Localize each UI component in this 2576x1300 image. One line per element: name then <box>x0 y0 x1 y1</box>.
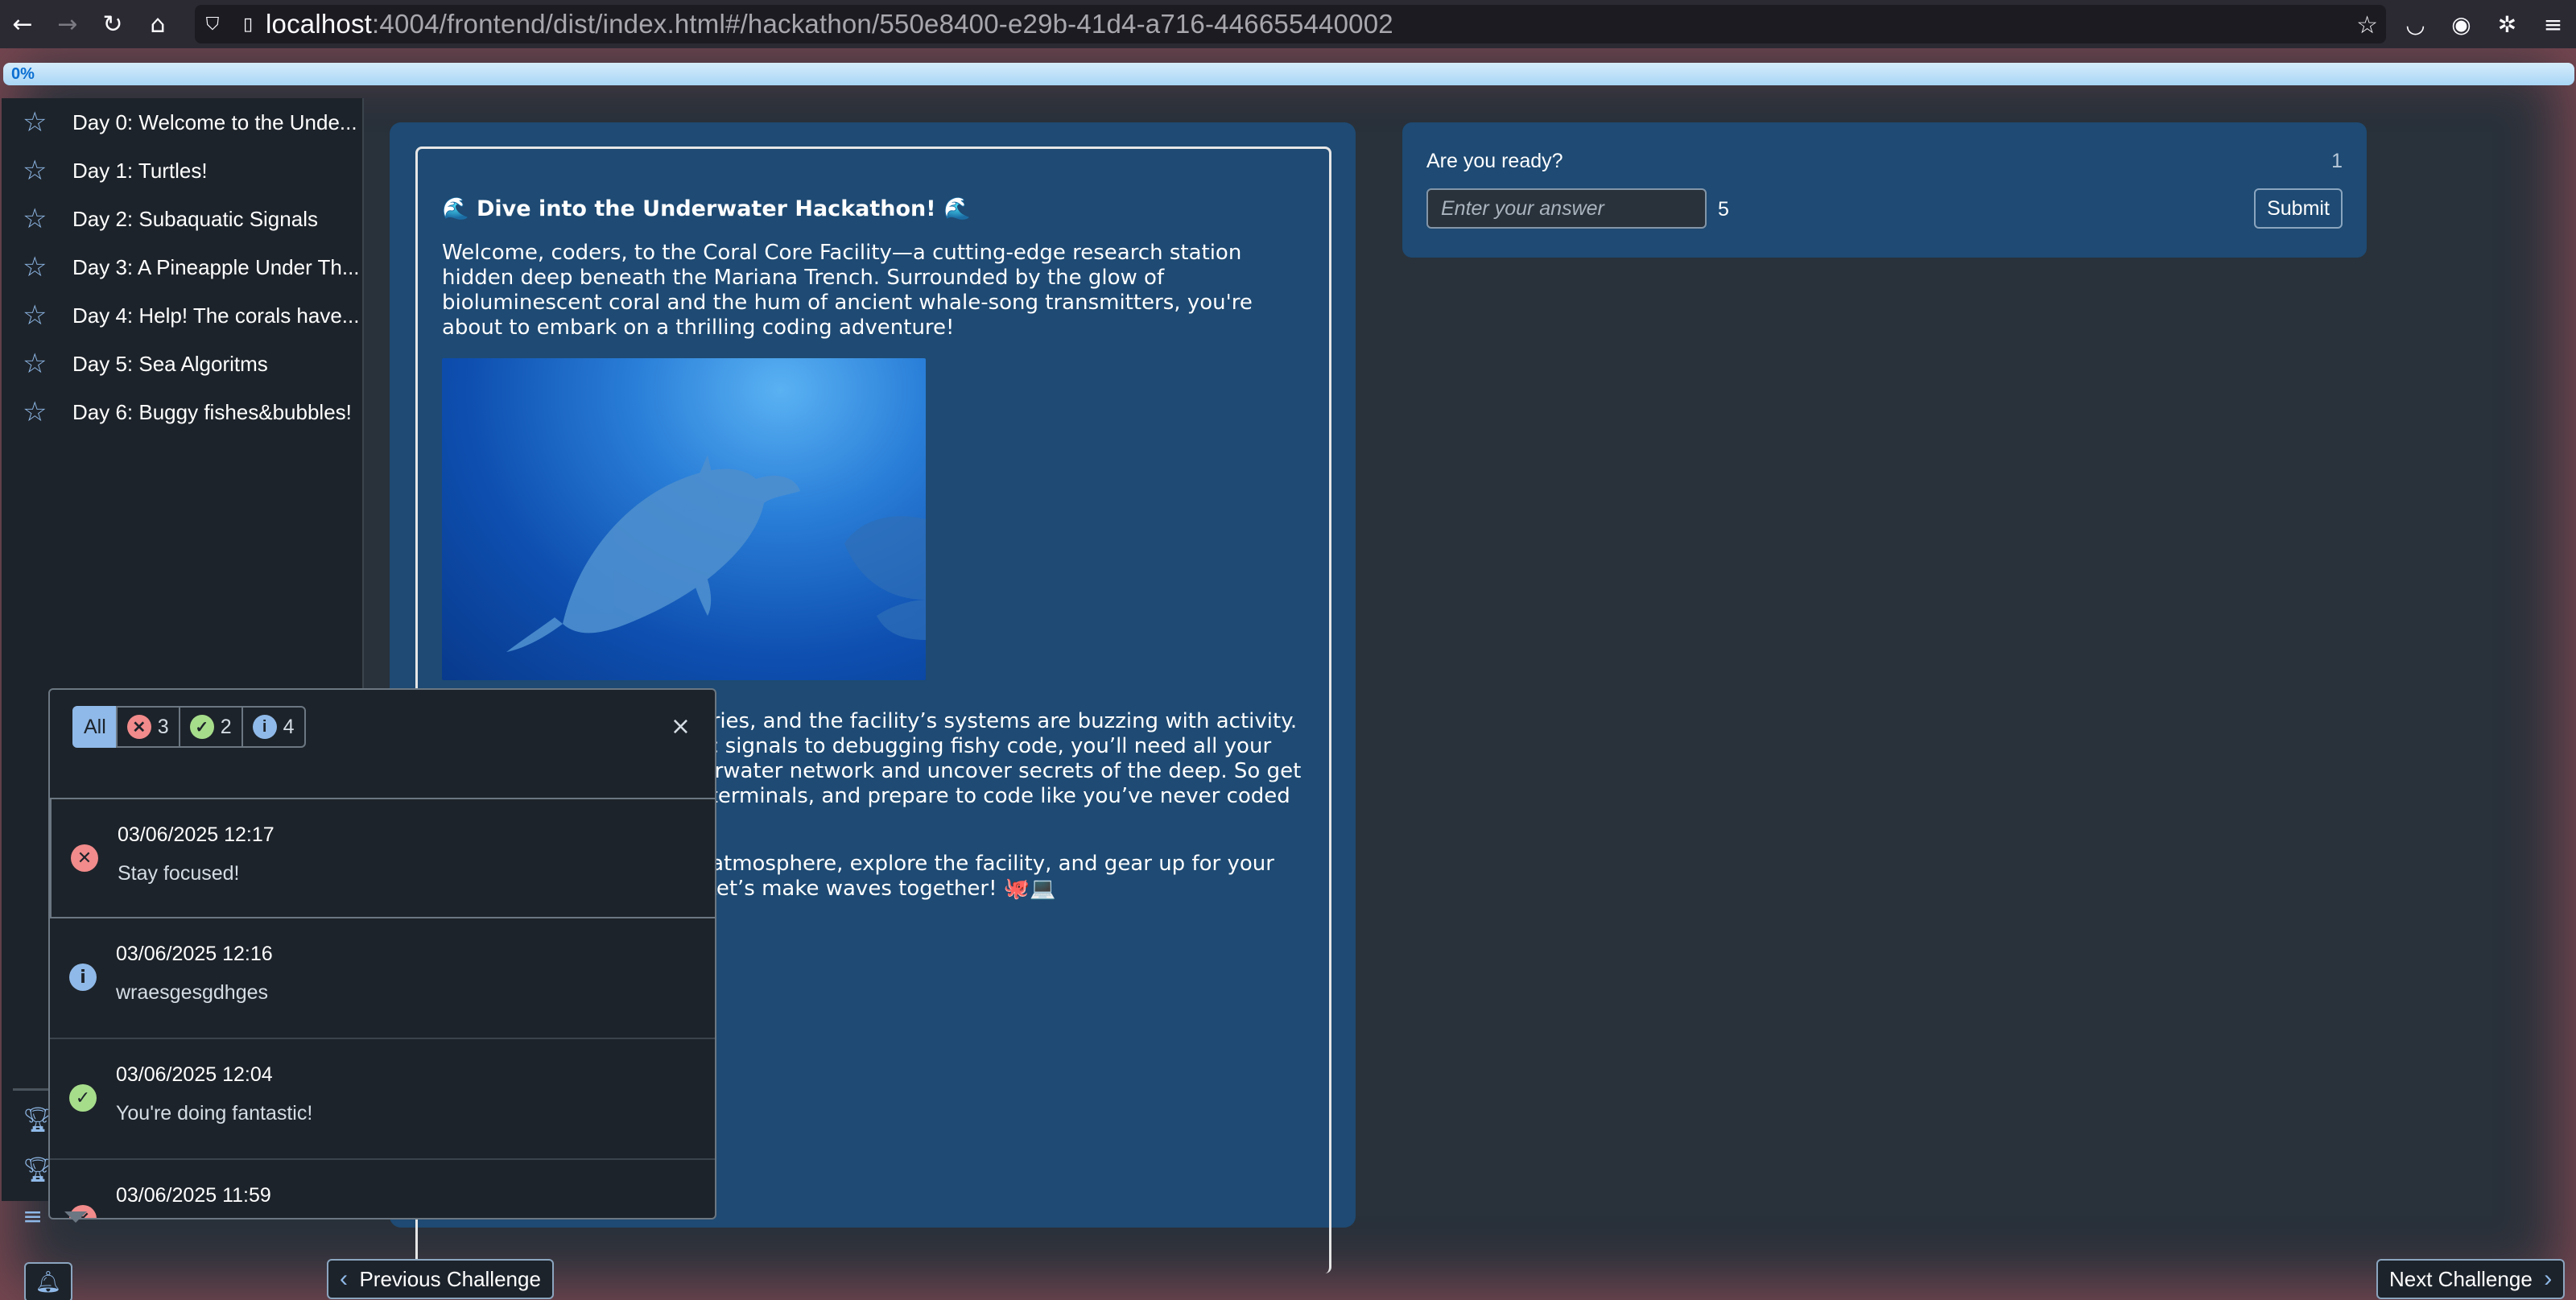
notification-time: 03/06/2025 11:59 <box>116 1184 271 1207</box>
info-icon: i <box>69 964 97 991</box>
question-title: Are you ready? <box>1426 150 1563 172</box>
progress-label: 0% <box>11 65 35 83</box>
notification-message: You're doing fantastic! <box>116 1102 313 1125</box>
filter-success-button[interactable]: ✓ 2 <box>178 706 243 748</box>
error-count: 3 <box>157 715 169 738</box>
close-icon[interactable]: × <box>671 712 691 741</box>
sidebar-item-label: Day 6: Buggy fishes&bubbles! <box>72 399 352 424</box>
sidebar-item-label: Day 2: Subaquatic Signals <box>72 206 318 231</box>
intro-paragraph: Welcome, coders, to the Coral Core Facil… <box>442 241 1253 340</box>
sidebar-item-label: Day 0: Welcome to the Unde... <box>72 109 357 134</box>
sidebar-item-label: Day 3: A Pineapple Under Th... <box>72 254 360 279</box>
chevron-left-icon: ‹ <box>340 1265 348 1292</box>
notification-time: 03/06/2025 12:16 <box>116 943 273 965</box>
notification-item[interactable]: ✓ 03/06/2025 12:04 You're doing fantasti… <box>50 1039 715 1160</box>
star-icon[interactable]: ☆ <box>23 155 72 187</box>
sidebar-item-day-2[interactable]: ☆ Day 2: Subaquatic Signals <box>2 195 362 243</box>
info-count: 4 <box>283 715 295 738</box>
back-arrow-icon[interactable]: ← <box>0 0 45 48</box>
shield-icon[interactable]: ⛉ <box>195 14 230 35</box>
popover-arrow <box>64 1211 87 1223</box>
notification-time: 03/06/2025 12:17 <box>118 823 275 846</box>
notification-list: ✕ 03/06/2025 12:17 Stay focused! i 03/06… <box>50 798 715 1218</box>
account-icon[interactable]: ◉ <box>2438 11 2484 38</box>
page-icon: ▯ <box>242 14 254 35</box>
error-icon: ✕ <box>71 844 98 872</box>
sidebar-item-day-3[interactable]: ☆ Day 3: A Pineapple Under Th... <box>2 243 362 291</box>
notification-message: Stay focused! <box>118 862 240 885</box>
progress-bar: 0% <box>3 63 2574 85</box>
filter-info-button[interactable]: i4 <box>241 706 306 748</box>
star-icon[interactable]: ☆ <box>23 396 72 428</box>
success-count: 2 <box>220 715 232 738</box>
chevron-right-icon: › <box>2544 1265 2553 1292</box>
success-icon: ✓ <box>69 1084 97 1112</box>
next-challenge-label: Next Challenge <box>2389 1266 2533 1291</box>
next-challenge-button[interactable]: Next Challenge › <box>2376 1259 2566 1299</box>
address-bar[interactable]: ⛉ ▯ localhost:4004/frontend/dist/index.h… <box>195 5 2386 43</box>
sidebar-item-day-6[interactable]: ☆ Day 6: Buggy fishes&bubbles! <box>2 388 362 436</box>
sidebar-item-label: Day 1: Turtles! <box>72 158 208 183</box>
extensions-icon[interactable]: ✲ <box>2484 11 2530 38</box>
notification-item[interactable]: ✕ 03/06/2025 11:59 <box>50 1160 715 1218</box>
forward-arrow-icon[interactable]: → <box>45 0 90 48</box>
notification-item[interactable]: ✕ 03/06/2025 12:17 Stay focused! <box>50 798 715 918</box>
info-icon: i <box>252 715 277 739</box>
pocket-icon[interactable]: ◡ <box>2392 11 2438 38</box>
dolphin-image <box>442 358 926 680</box>
notification-item[interactable]: i 03/06/2025 12:16 wraesgesgdhges <box>50 918 715 1039</box>
question-number: 1 <box>2331 150 2343 172</box>
sidebar-item-day-4[interactable]: ☆ Day 4: Help! The corals have... <box>2 291 362 340</box>
sidebar-item-label: Day 4: Help! The corals have... <box>72 303 360 328</box>
sidebar-item-day-0[interactable]: ☆ Day 0: Welcome to the Unde... <box>2 98 362 147</box>
challenge-title: 🌊 Dive into the Underwater Hackathon! 🌊 <box>442 196 971 221</box>
star-icon[interactable]: ☆ <box>23 203 72 235</box>
star-icon[interactable]: ☆ <box>23 106 72 138</box>
browser-toolbar: ← → ↻ ⌂ ⛉ ▯ localhost:4004/frontend/dist… <box>0 0 2576 48</box>
answer-input[interactable] <box>1426 188 1707 229</box>
notification-filter-bar: All ✕ 3 ✓ 2 i4 <box>72 706 306 748</box>
success-icon: ✓ <box>189 715 214 739</box>
error-icon: ✕ <box>126 715 151 739</box>
star-icon[interactable]: ☆ <box>23 299 72 332</box>
notification-popover: All ✕ 3 ✓ 2 i4 × ✕ 03/06/2025 12:17 Stay f… <box>48 688 716 1220</box>
hamburger-menu-icon[interactable]: ≡ <box>23 1203 43 1231</box>
star-icon[interactable]: ☆ <box>23 251 72 283</box>
filter-all-button[interactable]: All <box>72 706 118 748</box>
submit-button[interactable]: Submit <box>2254 188 2343 229</box>
url-text[interactable]: localhost:4004/frontend/dist/index.html#… <box>266 9 1393 39</box>
sidebar-item-day-1[interactable]: ☆ Day 1: Turtles! <box>2 147 362 195</box>
home-icon[interactable]: ⌂ <box>135 0 180 48</box>
previous-challenge-label: Previous Challenge <box>359 1266 541 1291</box>
bell-icon: 🔔︎ <box>35 1270 62 1294</box>
sidebar-item-day-5[interactable]: ☆ Day 5: Sea Algoritms <box>2 340 362 388</box>
star-icon[interactable]: ☆ <box>23 348 72 380</box>
notification-message: wraesgesgdhges <box>116 981 269 1004</box>
notifications-button[interactable]: 🔔︎ <box>24 1262 72 1300</box>
filter-error-button[interactable]: ✕ 3 <box>115 706 180 748</box>
sidebar-item-label: Day 5: Sea Algoritms <box>72 351 268 376</box>
previous-challenge-button[interactable]: ‹ Previous Challenge <box>327 1259 554 1299</box>
bookmark-star-icon[interactable]: ☆ <box>2356 11 2378 39</box>
notification-time: 03/06/2025 12:04 <box>116 1063 273 1086</box>
question-points: 5 <box>1718 198 1729 221</box>
menu-icon[interactable]: ≡ <box>2530 11 2576 38</box>
question-card: Are you ready? 1 5 Submit <box>1402 122 2367 258</box>
reload-icon[interactable]: ↻ <box>90 0 135 48</box>
